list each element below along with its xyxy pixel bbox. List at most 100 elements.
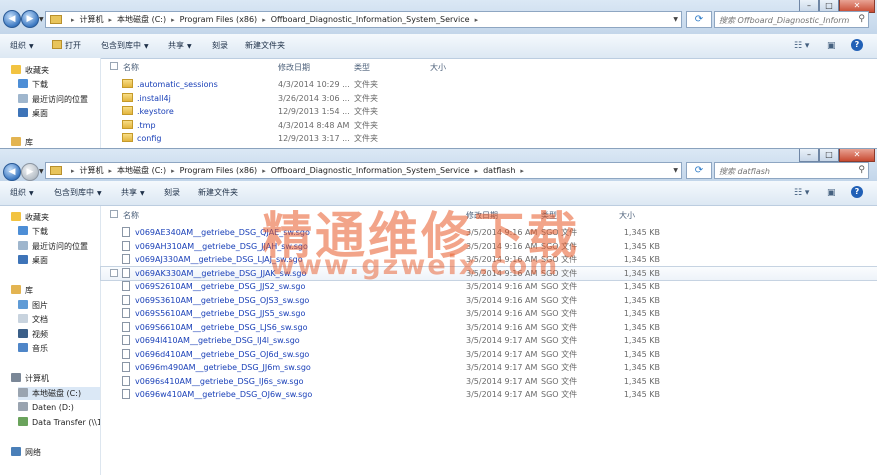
file-name-text: v069AH310AM__getriebe_DSG_JJAH_sw.sgo <box>135 241 308 251</box>
list-item[interactable]: .automatic_sessions 4/3/2014 10:29 ... 文件夹 <box>101 78 877 92</box>
table-row[interactable]: v0694l410AM__getriebe_DSG_IJ4l_sw.sgo 3/5… <box>101 334 877 348</box>
share-button[interactable]: 共享 ▼ <box>121 187 145 200</box>
burn-button[interactable]: 刻录 <box>164 187 180 199</box>
breadcrumb-item[interactable]: Program Files (x86) <box>180 163 258 178</box>
breadcrumb-item[interactable]: 本地磁盘 (C:) <box>117 163 166 178</box>
list-item[interactable]: .install4j 3/26/2014 3:06 ... 文件夹 <box>101 92 877 106</box>
organize-button[interactable]: 组织 ▼ <box>10 40 34 53</box>
search-input[interactable] <box>717 13 851 28</box>
nav-recent-places[interactable]: 最近访问的位置 <box>18 240 88 253</box>
nav-libraries[interactable]: 库 <box>11 284 33 297</box>
recent-pages-dropdown[interactable]: ▼ <box>39 168 44 175</box>
forward-button[interactable]: ▶ <box>21 163 39 181</box>
nav-downloads[interactable]: 下载 <box>18 225 48 238</box>
table-row[interactable]: v0696d410AM__getriebe_DSG_OJ6d_sw.sgo 3/5… <box>101 348 877 362</box>
nav-local-disk-c[interactable]: 本地磁盘 (C:) <box>18 387 100 400</box>
nav-network[interactable]: 网络 <box>11 446 41 459</box>
burn-button[interactable]: 刻录 <box>212 40 228 52</box>
nav-desktop[interactable]: 桌面 <box>18 107 48 120</box>
breadcrumb-item[interactable]: Offboard_Diagnostic_Information_System_S… <box>271 163 470 178</box>
column-header-date[interactable]: 修改日期 <box>278 62 310 73</box>
breadcrumb-item[interactable]: 计算机 <box>80 12 104 27</box>
table-row[interactable]: v069S2610AM__getriebe_DSG_JJS2_sw.sgo 3/5… <box>101 280 877 294</box>
breadcrumb-item[interactable]: datflash <box>483 163 515 178</box>
address-bar[interactable]: ▸ 计算机 ▸ 本地磁盘 (C:) ▸ Program Files (x86) ▸ Offbo… <box>45 11 682 28</box>
column-header-name[interactable]: 名称 <box>123 210 139 221</box>
preview-pane-icon[interactable]: ▣ <box>827 187 836 199</box>
share-button[interactable]: 共享 ▼ <box>168 40 192 53</box>
nav-desktop[interactable]: 桌面 <box>18 254 48 267</box>
nav-drive-d[interactable]: Daten (D:) <box>18 401 74 414</box>
nav-favorites[interactable]: 收藏夹 <box>11 211 49 224</box>
address-bar[interactable]: ▸ 计算机 ▸ 本地磁盘 (C:) ▸ Program Files (x86) ▸ Offbo… <box>45 162 682 179</box>
forward-button[interactable]: ▶ <box>21 10 39 28</box>
open-button[interactable]: 打开 <box>52 40 81 52</box>
search-icon[interactable]: ⚲ <box>858 163 865 178</box>
breadcrumb-item[interactable]: Program Files (x86) <box>180 12 258 27</box>
table-row[interactable]: v0696w410AM__getriebe_DSG_OJ6w_sw.sgo 3/5… <box>101 388 877 402</box>
new-folder-button[interactable]: 新建文件夹 <box>198 187 238 199</box>
back-button[interactable]: ◀ <box>3 163 21 181</box>
search-box[interactable]: ⚲ <box>714 11 869 28</box>
back-button[interactable]: ◀ <box>3 10 21 28</box>
table-row[interactable]: v069AJ330AM__getriebe_DSG_LJAJ_sw.sgo 3/5… <box>101 253 877 267</box>
breadcrumb-item[interactable]: 计算机 <box>80 163 104 178</box>
nav-documents[interactable]: 文档 <box>18 313 48 326</box>
select-all-checkbox[interactable] <box>110 210 118 218</box>
breadcrumb-item[interactable]: Offboard_Diagnostic_Information_System_S… <box>271 12 470 27</box>
column-headers: 名称 修改日期 类型 大小 <box>101 206 877 222</box>
column-header-size[interactable]: 大小 <box>430 62 446 73</box>
table-row[interactable]: v069S3610AM__getriebe_DSG_OJS3_sw.sgo 3/5… <box>101 294 877 308</box>
search-input[interactable] <box>717 164 851 179</box>
close-button[interactable]: ✕ <box>839 149 875 162</box>
nav-pictures[interactable]: 图片 <box>18 299 48 312</box>
file-size: 1,345 KB <box>623 255 660 264</box>
view-options-icon[interactable]: ☷ ▾ <box>794 187 809 199</box>
list-item[interactable]: .tmp 4/3/2014 8:48 AM 文件夹 <box>101 119 877 133</box>
file-list: 名称 修改日期 类型 大小 v069AE340AM__getriebe_DSG_… <box>100 206 877 475</box>
breadcrumb-item[interactable]: 本地磁盘 (C:) <box>117 12 166 27</box>
search-icon[interactable]: ⚲ <box>858 12 865 27</box>
minimize-button[interactable]: – <box>799 149 819 162</box>
maximize-button[interactable]: □ <box>819 149 839 162</box>
column-header-type[interactable]: 类型 <box>354 62 370 73</box>
nav-downloads[interactable]: 下载 <box>18 78 48 91</box>
include-in-library-button[interactable]: 包含到库中 ▼ <box>101 40 149 53</box>
file-name: v0696s410AM__getriebe_DSG_IJ6s_sw.sgo <box>122 375 304 388</box>
table-row[interactable]: v069S6610AM__getriebe_DSG_LJS6_sw.sgo 3/5… <box>101 321 877 335</box>
column-header-size[interactable]: 大小 <box>619 210 635 221</box>
preview-pane-icon[interactable]: ▣ <box>827 40 836 52</box>
nav-videos[interactable]: 视频 <box>18 328 48 341</box>
nav-favorites[interactable]: 收藏夹 <box>11 64 49 77</box>
new-folder-button[interactable]: 新建文件夹 <box>245 40 285 52</box>
include-in-library-button[interactable]: 包含到库中 ▼ <box>54 187 102 200</box>
view-options-icon[interactable]: ☷ ▾ <box>794 40 809 52</box>
help-icon[interactable]: ? <box>851 186 863 198</box>
nav-libraries[interactable]: 库 <box>11 136 33 148</box>
help-icon[interactable]: ? <box>851 39 863 51</box>
table-row[interactable]: v0696m490AM__getriebe_DSG_JJ6m_sw.sgo 3/5… <box>101 361 877 375</box>
table-row[interactable]: v0696s410AM__getriebe_DSG_IJ6s_sw.sgo 3/5… <box>101 375 877 389</box>
refresh-button[interactable]: ⟳ <box>686 11 712 28</box>
organize-button[interactable]: 组织 ▼ <box>10 187 34 200</box>
nav-music[interactable]: 音乐 <box>18 342 48 355</box>
address-dropdown-icon[interactable]: ▼ <box>673 163 678 178</box>
list-item[interactable]: config 12/9/2013 3:17 ... 文件夹 <box>101 132 877 146</box>
recent-pages-dropdown[interactable]: ▼ <box>39 16 44 23</box>
search-box[interactable]: ⚲ <box>714 162 869 179</box>
nav-recent-places[interactable]: 最近访问的位置 <box>18 93 88 106</box>
list-item[interactable]: .keystore 12/9/2013 1:54 ... 文件夹 <box>101 105 877 119</box>
table-row[interactable]: v069AH310AM__getriebe_DSG_JJAH_sw.sgo 3/5… <box>101 240 877 254</box>
table-row[interactable]: v069AK330AM__getriebe_DSG_JJAK_sw.sgo 3/5… <box>100 265 877 281</box>
address-dropdown-icon[interactable]: ▼ <box>673 12 678 27</box>
nav-computer[interactable]: 计算机 <box>11 372 49 385</box>
refresh-button[interactable]: ⟳ <box>686 162 712 179</box>
column-header-type[interactable]: 类型 <box>541 210 557 221</box>
column-header-date[interactable]: 修改日期 <box>466 210 498 221</box>
row-checkbox[interactable] <box>110 268 118 277</box>
table-row[interactable]: v069AE340AM__getriebe_DSG_QJAE_sw.sgo 3/5… <box>101 226 877 240</box>
select-all-checkbox[interactable] <box>110 62 118 70</box>
nav-network-drive[interactable]: Data Transfer (\\1( <box>18 416 100 429</box>
table-row[interactable]: v069S5610AM__getriebe_DSG_JJS5_sw.sgo 3/5… <box>101 307 877 321</box>
column-header-name[interactable]: 名称 <box>123 62 139 73</box>
